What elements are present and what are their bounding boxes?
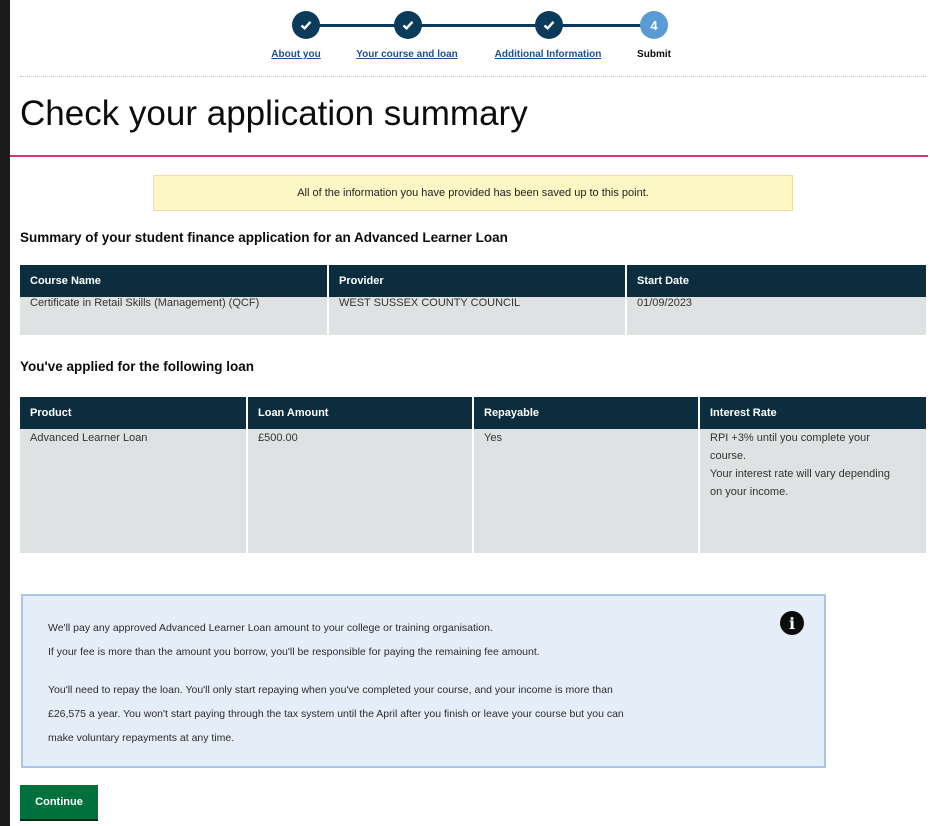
info-text-line-5: make voluntary repayments at any time. bbox=[48, 732, 235, 744]
info-text-line-1: We'll pay any approved Advanced Learner … bbox=[48, 622, 493, 634]
course-table-header-row: Course Name Provider Start Date bbox=[20, 265, 926, 297]
start-date-cell: 01/09/2023 bbox=[626, 297, 926, 335]
loan-table: Product Loan Amount Repayable Interest R… bbox=[20, 397, 926, 553]
continue-button[interactable]: Continue bbox=[20, 785, 98, 821]
interest-rate-line-2: course. bbox=[710, 450, 747, 462]
title-underline bbox=[10, 155, 928, 157]
info-text-line-2: If your fee is more than the amount you … bbox=[48, 646, 540, 658]
step-4-current: 4 bbox=[640, 11, 668, 39]
step-label-submit: Submit bbox=[637, 49, 671, 60]
interest-rate-line-4: on your income. bbox=[710, 486, 789, 498]
interest-rate-line-3: Your interest rate will vary depending bbox=[710, 468, 890, 480]
step-4-number: 4 bbox=[650, 17, 658, 33]
page-title: Check your application summary bbox=[20, 94, 528, 133]
table-row: Advanced Learner Loan £500.00 Yes RPI +3… bbox=[20, 429, 926, 553]
table-row: Certificate in Retail Skills (Management… bbox=[20, 297, 926, 335]
loan-table-header-row: Product Loan Amount Repayable Interest R… bbox=[20, 397, 926, 429]
progress-stepper: 4 About you Your course and loan Additio… bbox=[10, 0, 930, 70]
repayment-info-section: i We'll pay any approved Advanced Learne… bbox=[10, 580, 930, 826]
interest-rate-cell: RPI +3% until you complete your course. … bbox=[699, 429, 926, 553]
interest-rate-line-1: RPI +3% until you complete your bbox=[710, 432, 870, 444]
step-link-about-you[interactable]: About you bbox=[271, 49, 320, 60]
step-link-course-and-loan[interactable]: Your course and loan bbox=[356, 49, 458, 60]
stepper-line bbox=[306, 24, 642, 27]
info-text-line-4: £26,575 a year. You won't start paying t… bbox=[48, 708, 624, 720]
column-header-repayable: Repayable bbox=[473, 397, 700, 429]
loan-heading: You've applied for the following loan bbox=[20, 359, 254, 374]
repayable-cell: Yes bbox=[473, 429, 700, 553]
course-table: Course Name Provider Start Date Certific… bbox=[20, 265, 926, 335]
step-1-complete-icon bbox=[292, 11, 320, 39]
step-3-complete-icon bbox=[535, 11, 563, 39]
saved-notice-text: All of the information you have provided… bbox=[297, 187, 649, 199]
stepper-divider bbox=[20, 76, 926, 77]
repayment-info-panel: i We'll pay any approved Advanced Learne… bbox=[21, 594, 826, 768]
column-header-loan-amount: Loan Amount bbox=[247, 397, 474, 429]
column-header-interest-rate: Interest Rate bbox=[699, 397, 926, 429]
loan-amount-cell: £500.00 bbox=[247, 429, 474, 553]
product-cell: Advanced Learner Loan bbox=[20, 429, 248, 553]
saved-notice-banner: All of the information you have provided… bbox=[153, 175, 793, 211]
info-icon: i bbox=[780, 611, 804, 635]
info-text-line-3: You'll need to repay the loan. You'll on… bbox=[48, 684, 613, 696]
step-link-additional-information[interactable]: Additional Information bbox=[495, 49, 602, 60]
column-header-course-name: Course Name bbox=[20, 265, 329, 297]
column-header-start-date: Start Date bbox=[626, 265, 926, 297]
column-header-provider: Provider bbox=[328, 265, 627, 297]
column-header-product: Product bbox=[20, 397, 248, 429]
step-2-complete-icon bbox=[394, 11, 422, 39]
provider-cell: WEST SUSSEX COUNTY COUNCIL bbox=[328, 297, 627, 335]
summary-heading: Summary of your student finance applicat… bbox=[20, 230, 508, 245]
application-summary-page: 4 About you Your course and loan Additio… bbox=[10, 0, 930, 580]
course-name-cell: Certificate in Retail Skills (Management… bbox=[20, 297, 329, 335]
